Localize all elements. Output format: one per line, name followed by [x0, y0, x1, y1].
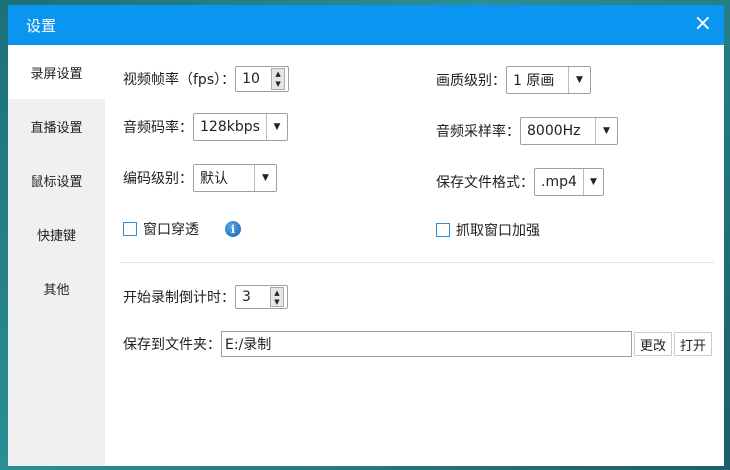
capture-enhance-label: 抓取窗口加强: [456, 223, 540, 239]
sidebar-item-mouse[interactable]: 鼠标设置: [8, 153, 105, 207]
fps-stepper[interactable]: 10 ▲ ▼: [235, 66, 290, 92]
quality-label: 画质级别：: [436, 73, 506, 89]
save-folder-label: 保存到文件夹：: [123, 337, 221, 353]
encode-level-select[interactable]: 默认 ▼: [193, 164, 277, 192]
save-folder-value: E:/录制: [225, 337, 272, 353]
sample-rate-value: 8000Hz: [527, 123, 581, 139]
sample-rate-select[interactable]: 8000Hz ▼: [520, 117, 618, 145]
encode-level-label: 编码级别：: [123, 171, 193, 187]
title-bar: 设置 ×: [8, 5, 724, 45]
fps-label: 视频帧率（fps）：: [123, 72, 236, 88]
spin-arrows-icon[interactable]: ▲ ▼: [271, 68, 286, 90]
window-title: 设置: [26, 16, 57, 35]
sidebar: 录屏设置 直播设置 鼠标设置 快捷键 其他: [8, 45, 105, 466]
quality-select[interactable]: 1 原画 ▼: [506, 66, 591, 94]
open-folder-button[interactable]: 打开: [674, 332, 713, 356]
sample-rate-label: 音频采样率：: [436, 124, 520, 140]
file-format-select[interactable]: .mp4 ▼: [534, 168, 604, 196]
encode-level-value: 默认: [200, 171, 228, 187]
capture-enhance-checkbox[interactable]: [436, 223, 450, 237]
quality-value: 1 原画: [513, 73, 555, 89]
audio-bitrate-label: 音频码率：: [123, 120, 193, 136]
chevron-down-icon: ▼: [265, 114, 287, 140]
spin-arrows-icon[interactable]: ▲ ▼: [270, 287, 284, 307]
chevron-down-icon: ▼: [568, 67, 590, 93]
save-folder-input[interactable]: E:/录制: [221, 331, 632, 357]
sidebar-item-record[interactable]: 录屏设置: [8, 45, 105, 99]
settings-window: 设置 × 录屏设置 直播设置 鼠标设置 快捷键 其他 视频帧率（fps）： 10…: [8, 5, 724, 466]
window-through-label: 窗口穿透: [143, 222, 199, 238]
sidebar-item-live[interactable]: 直播设置: [8, 99, 105, 153]
countdown-label: 开始录制倒计时：: [123, 290, 235, 306]
file-format-label: 保存文件格式：: [436, 175, 534, 191]
sidebar-item-other[interactable]: 其他: [8, 261, 105, 315]
close-icon[interactable]: ×: [694, 13, 712, 35]
divider: [120, 262, 714, 263]
audio-bitrate-value: 128kbps: [200, 119, 260, 135]
window-through-checkbox[interactable]: [123, 222, 137, 236]
audio-bitrate-select[interactable]: 128kbps ▼: [193, 113, 288, 141]
chevron-down-icon: ▼: [254, 165, 276, 191]
file-format-value: .mp4: [541, 174, 577, 190]
chevron-down-icon: ▼: [582, 169, 603, 195]
change-folder-button[interactable]: 更改: [634, 332, 673, 356]
info-icon[interactable]: i: [225, 221, 241, 237]
countdown-value: 3: [242, 289, 251, 305]
chevron-down-icon: ▼: [595, 118, 617, 144]
countdown-stepper[interactable]: 3 ▲ ▼: [235, 285, 288, 309]
sidebar-item-hotkeys[interactable]: 快捷键: [8, 207, 105, 261]
fps-value: 10: [242, 71, 260, 87]
